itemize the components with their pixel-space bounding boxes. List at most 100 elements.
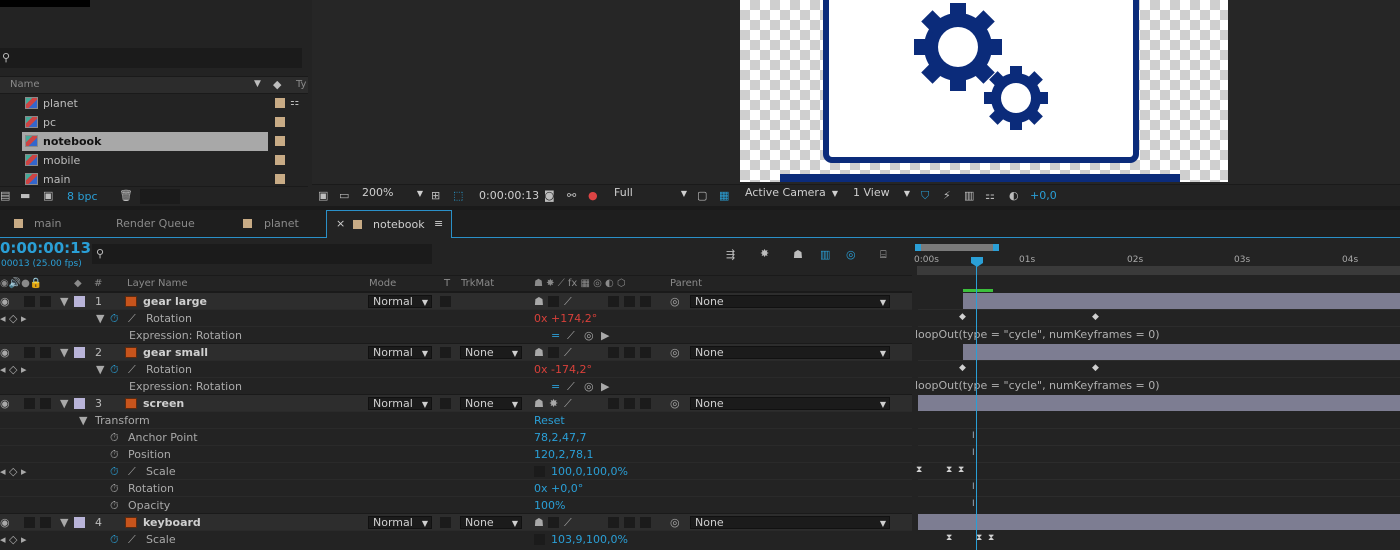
label-color-swatch[interactable] — [275, 155, 285, 165]
close-tab-icon[interactable]: × — [336, 217, 345, 230]
stopwatch-icon[interactable]: ⏱ — [110, 448, 119, 462]
keyframe-navigator-icon[interactable]: ◂ ◇ ▸ — [0, 533, 27, 546]
rotation-value[interactable]: 0x -174,2° — [534, 363, 592, 376]
twirl-down-icon[interactable]: ▼ — [96, 312, 104, 325]
layer-name[interactable]: gear large — [143, 295, 207, 308]
camera-dropdown[interactable]: Active Camera — [741, 187, 841, 200]
safe-zones-icon[interactable]: ⊞ — [431, 189, 440, 202]
shy-switch-icon[interactable]: ☗ — [534, 397, 544, 410]
adjustment-switch[interactable] — [624, 347, 635, 358]
timeline-search-input[interactable]: ⚲ — [92, 244, 432, 264]
collapse-switch[interactable] — [548, 517, 559, 528]
timeline-icon[interactable]: ▥ — [964, 189, 974, 202]
flowchart-icon[interactable]: ⚏ — [290, 97, 299, 108]
property-row-rotation[interactable]: ◂ ◇ ▸ ▼ ⏱ ⟋ Rotation 0x -174,2° — [0, 360, 912, 377]
label-color-swatch[interactable] — [275, 98, 285, 108]
collapse-switch[interactable] — [548, 347, 559, 358]
motion-blur-icon[interactable]: ◎ — [846, 248, 856, 261]
quality-switch-icon[interactable]: ⟋ — [564, 397, 572, 411]
expression-language-menu-icon[interactable]: ▶ — [601, 380, 609, 393]
interpret-footage-icon[interactable]: ▤ — [0, 189, 10, 202]
layer-row-keyboard[interactable]: ◉ ▼ 4 keyboard Normal None ☗ ⟋ ◎ None — [0, 513, 912, 530]
parent-dropdown[interactable]: None — [690, 516, 890, 529]
expression-pickwhip-icon[interactable]: ◎ — [584, 329, 594, 342]
draft-3d-icon[interactable]: ✸ — [760, 247, 769, 260]
layer-bar-screen[interactable] — [918, 395, 1400, 411]
keyframe-easy-ease[interactable]: ⧗ — [946, 533, 952, 543]
twirl-down-icon[interactable]: ▼ — [96, 363, 104, 376]
color-channels-icon[interactable]: ● — [588, 189, 598, 202]
pick-whip-icon[interactable]: ◎ — [670, 295, 680, 308]
timeline-timecode[interactable]: 0:00:00:13 — [0, 239, 91, 257]
property-row-scale[interactable]: ◂ ◇ ▸ ⏱ ⟋ Scale 103,9,100,0% — [0, 530, 912, 547]
adjustment-switch[interactable] — [624, 517, 635, 528]
show-snapshot-icon[interactable]: ⚯ — [567, 189, 576, 202]
blend-mode-dropdown[interactable]: Normal — [368, 516, 432, 529]
stopwatch-icon[interactable]: ⏱ — [110, 533, 119, 547]
rotation-value[interactable]: 0x +174,2° — [534, 312, 597, 325]
adjustment-switch[interactable] — [624, 296, 635, 307]
motion-blur-switch[interactable] — [608, 347, 619, 358]
twirl-down-icon[interactable]: ▼ — [79, 414, 87, 427]
parent-dropdown[interactable]: None — [690, 397, 890, 410]
expression-graph-icon[interactable]: ⟋ — [567, 329, 575, 343]
twirl-down-icon[interactable]: ▼ — [60, 397, 68, 410]
label-tag-icon[interactable]: ◆ — [273, 78, 281, 91]
keyframe-navigator-icon[interactable]: ◂ ◇ ▸ — [0, 465, 27, 478]
layer-name[interactable]: gear small — [143, 346, 208, 359]
expression-enable-icon[interactable]: = — [551, 329, 560, 342]
rotation-value[interactable]: 0x +0,0° — [534, 482, 583, 495]
layer-bar-gear-small[interactable] — [963, 344, 1400, 360]
layer-name[interactable]: screen — [143, 397, 184, 410]
property-row-expression[interactable]: Expression: Rotation = ⟋ ◎ ▶ — [0, 326, 912, 343]
view-layout-dropdown[interactable]: 1 View — [849, 187, 913, 200]
zoom-dropdown[interactable]: 200% — [358, 187, 426, 200]
graph-icon[interactable]: ⟋ — [128, 465, 136, 479]
time-navigator-bar[interactable] — [915, 244, 999, 251]
blend-mode-dropdown[interactable]: Normal — [368, 295, 432, 308]
tab-render-queue[interactable]: Render Queue — [88, 210, 228, 237]
track-matte-dropdown[interactable]: None — [460, 346, 522, 359]
3d-switch[interactable] — [640, 398, 651, 409]
shy-switch-icon[interactable]: ☗ — [534, 516, 544, 529]
preserve-transparency-toggle[interactable] — [440, 296, 451, 307]
graph-editor-icon[interactable]: ⌸ — [880, 248, 887, 262]
3d-switch[interactable] — [640, 517, 651, 528]
navigator-end-handle[interactable] — [993, 244, 999, 251]
motion-blur-switch[interactable] — [608, 517, 619, 528]
quality-switch-icon[interactable]: ⟋ — [564, 346, 572, 360]
snapshot-icon[interactable]: ◙ — [544, 189, 555, 202]
layer-bar-gear-large[interactable] — [963, 293, 1400, 309]
constrain-proportions-toggle[interactable] — [534, 466, 545, 477]
tab-planet[interactable]: planet — [228, 210, 326, 237]
exposure-value[interactable]: +0,0 — [1030, 189, 1057, 202]
property-row-scale[interactable]: ◂ ◇ ▸ ⏱ ⟋ Scale 100,0,100,0% — [0, 462, 912, 479]
keyframe-navigator-icon[interactable]: ◂ ◇ ▸ — [0, 312, 27, 325]
layer-name[interactable]: keyboard — [143, 516, 201, 529]
property-row-rotation[interactable]: ◂ ◇ ▸ ▼ ⏱ ⟋ Rotation 0x +174,2° — [0, 309, 912, 326]
stopwatch-icon[interactable]: ⏱ — [110, 312, 119, 326]
adjustment-switch[interactable] — [624, 398, 635, 409]
shy-switch-icon[interactable]: ☗ — [534, 346, 544, 359]
track-matte-dropdown[interactable]: None — [460, 397, 522, 410]
collapse-switch[interactable] — [548, 296, 559, 307]
fast-previews-icon[interactable]: ⚡ — [943, 189, 951, 202]
quality-switch-icon[interactable]: ⟋ — [564, 295, 572, 309]
timeline-graph[interactable] — [913, 275, 1400, 550]
keyframe-easy-ease[interactable]: ⧗ — [958, 465, 964, 475]
project-scroll-field[interactable] — [140, 189, 180, 204]
panel-menu-icon[interactable]: ≡ — [434, 217, 443, 230]
lock-toggle[interactable] — [40, 296, 51, 307]
anchor-point-value[interactable]: 78,2,47,7 — [534, 431, 586, 444]
shy-layers-icon[interactable]: ☗ — [793, 248, 803, 261]
eye-icon[interactable]: ◉ — [0, 295, 10, 308]
stopwatch-icon[interactable]: ⏱ — [110, 431, 119, 445]
track-matte-dropdown[interactable]: None — [460, 516, 522, 529]
graph-icon[interactable]: ⟋ — [128, 312, 136, 326]
stopwatch-icon[interactable]: ⏱ — [110, 363, 119, 377]
position-value[interactable]: 120,2,78,1 — [534, 448, 593, 461]
shy-switch-icon[interactable]: ☗ — [534, 295, 544, 308]
region-of-interest-icon[interactable]: ▢ — [697, 189, 707, 202]
keyframe-diamond[interactable]: ◆ — [1092, 363, 1099, 373]
lock-toggle[interactable] — [40, 398, 51, 409]
